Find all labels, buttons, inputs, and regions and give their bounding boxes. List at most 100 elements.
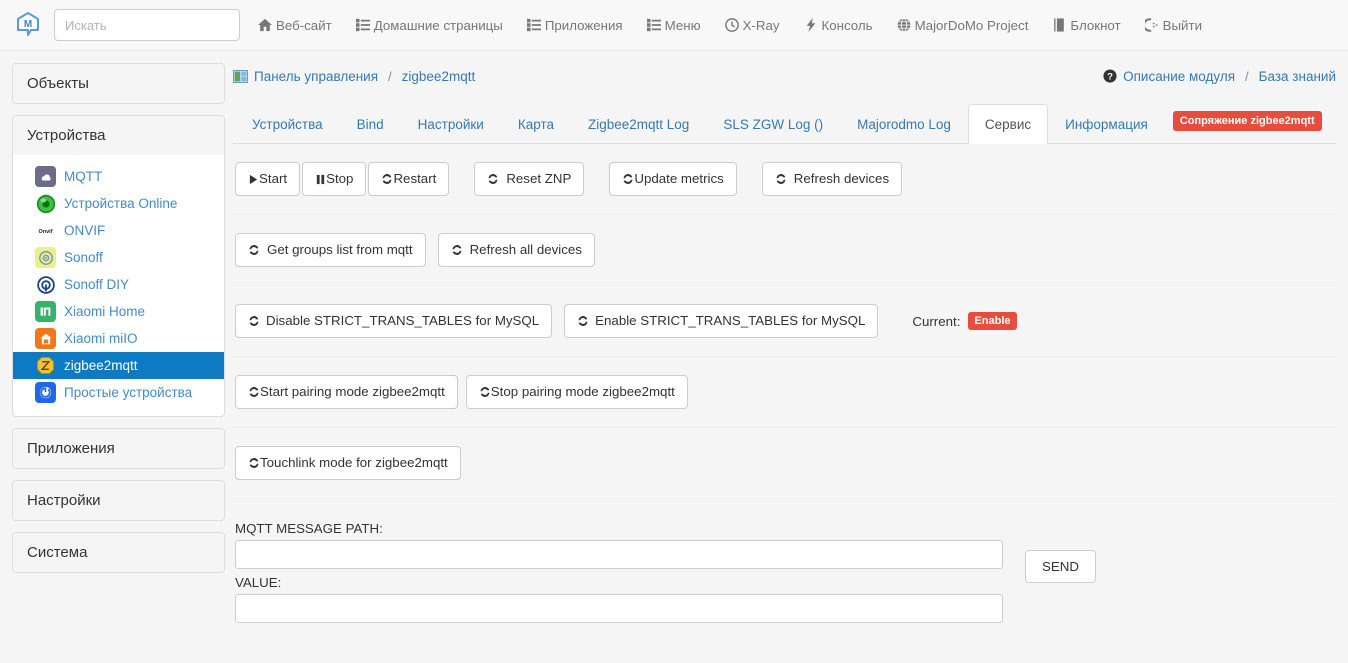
stop-button[interactable]: Stop [302, 162, 366, 196]
sidebar-panel-applications[interactable]: Приложения [12, 428, 225, 469]
nav-link-label: Выйти [1163, 18, 1202, 33]
nav-link-apps[interactable]: Приложения [515, 0, 635, 51]
tab-service[interactable]: Сервис [968, 104, 1048, 144]
online-icon [35, 193, 56, 214]
sidebar-panel-objects-header[interactable]: Объекты [13, 64, 224, 103]
sidebar-item-label: Sonoff DIY [64, 274, 129, 295]
enable-strict-trans-tables-button[interactable]: Enable STRICT_TRANS_TABLES for MySQL [564, 304, 878, 338]
sidebar-item-zigbee2mqtt[interactable]: zigbee2mqtt [13, 352, 224, 379]
sidebar-item-devices-online[interactable]: Устройства Online [13, 190, 224, 217]
status-badge: Enable [968, 312, 1016, 330]
refresh-devices-button[interactable]: Refresh devices [762, 162, 902, 196]
sidebar-item-xiaomi-miio[interactable]: Xiaomi miIO [13, 325, 224, 352]
sidebar-item-mqtt[interactable]: MQTT [13, 163, 224, 190]
help-link-module-doc[interactable]: Описание модуля [1123, 69, 1235, 84]
nav-link-notepad[interactable]: Блокнот [1040, 0, 1132, 51]
sidebar-panel-settings[interactable]: Настройки [12, 480, 225, 521]
sidebar-item-label: Xiaomi Home [64, 301, 145, 322]
refresh-all-devices-button-label: Refresh all devices [470, 241, 582, 259]
refresh-all-devices-button[interactable]: Refresh all devices [438, 233, 595, 267]
breadcrumb-current[interactable]: zigbee2mqtt [402, 69, 476, 84]
start-button-label: Start [259, 170, 287, 188]
nav-link-xray[interactable]: X-Ray [713, 0, 792, 51]
button-row-service-control: Start Stop Restart Reset Z [233, 144, 1336, 215]
tab-settings[interactable]: Настройки [401, 104, 501, 144]
sonoff-diy-icon [35, 274, 56, 295]
sidebar-item-label: Sonoff [64, 247, 103, 268]
touchlink-mode-button[interactable]: Touchlink mode for zigbee2mqtt [235, 446, 461, 480]
nav-link-website[interactable]: Веб-сайт [246, 0, 344, 51]
breadcrumb-row: Панель управления / zigbee2mqtt ? Описан… [233, 65, 1336, 87]
sidebar-item-label: Простые устройства [64, 382, 192, 403]
play-icon [248, 174, 259, 185]
svg-text:Onvif: Onvif [38, 229, 52, 235]
restart-button[interactable]: Restart [368, 162, 449, 196]
tab-sls-zgw-log[interactable]: SLS ZGW Log () [706, 104, 840, 144]
nav-link-menu[interactable]: Меню [635, 0, 713, 51]
sidebar-item-sonoff-diy[interactable]: Sonoff DIY [13, 271, 224, 298]
touchlink-mode-button-label: Touchlink mode for zigbee2mqtt [260, 454, 448, 472]
majordomo-logo[interactable]: M [8, 5, 48, 45]
tab-bind[interactable]: Bind [340, 104, 401, 144]
tab-majordomo-log[interactable]: Majorodmo Log [840, 104, 968, 144]
sidebar-item-onvif[interactable]: Onvif ONVIF [13, 217, 224, 244]
nav-link-label: Приложения [545, 18, 623, 33]
sidebar-item-sonoff[interactable]: Sonoff [13, 244, 224, 271]
svg-text:M: M [24, 19, 32, 30]
mqtt-path-input[interactable] [235, 540, 1003, 569]
sidebar-panel-settings-header[interactable]: Настройки [13, 481, 224, 520]
refresh-icon [622, 173, 634, 185]
pairing-badge[interactable]: Сопряжение zigbee2mqtt [1173, 111, 1322, 131]
help-links: ? Описание модуля / База знаний [1103, 69, 1336, 84]
disable-strict-trans-tables-button[interactable]: Disable STRICT_TRANS_TABLES for MySQL [235, 304, 552, 338]
start-pairing-mode-button[interactable]: Start pairing mode zigbee2mqtt [235, 375, 458, 409]
question-circle-icon: ? [1103, 69, 1117, 83]
globe-icon [897, 18, 911, 32]
sidebar-item-xiaomi-home[interactable]: Xiaomi Home [13, 298, 224, 325]
sidebar-panel-objects[interactable]: Объекты [12, 63, 225, 104]
sidebar-panel-devices-header[interactable]: Устройства [13, 116, 224, 155]
tab-map[interactable]: Карта [501, 104, 571, 144]
nav-link-majordomo-project[interactable]: MajorDoMo Project [885, 0, 1041, 51]
sidebar-panel-system-header[interactable]: Система [13, 533, 224, 572]
start-button[interactable]: Start [235, 162, 300, 196]
help-links-separator: / [1245, 69, 1249, 84]
bolt-icon [804, 18, 818, 32]
sidebar-item-label: zigbee2mqtt [64, 355, 138, 376]
refresh-icon [248, 244, 260, 256]
breadcrumb-root[interactable]: Панель управления [254, 69, 378, 84]
nav-link-console[interactable]: Консоль [792, 0, 885, 51]
refresh-icon [381, 173, 393, 185]
button-row-touchlink: Touchlink mode for zigbee2mqtt [233, 428, 1336, 499]
stop-pairing-mode-button[interactable]: Stop pairing mode zigbee2mqtt [466, 375, 688, 409]
reset-znp-button[interactable]: Reset ZNP [474, 162, 584, 196]
nav-link-label: Меню [665, 18, 701, 33]
xiaomi-miio-icon [35, 328, 56, 349]
strict-status: Current: Enable [912, 312, 1016, 330]
help-link-knowledge-base[interactable]: База знаний [1259, 69, 1336, 84]
search-input[interactable] [54, 9, 240, 41]
nav-link-home-pages[interactable]: Домашние страницы [344, 0, 515, 51]
mqtt-path-label: MQTT MESSAGE PATH: [235, 521, 1003, 540]
zigbee-icon [35, 355, 56, 376]
nav-link-logout[interactable]: Выйти [1133, 0, 1214, 51]
update-metrics-button[interactable]: Update metrics [609, 162, 736, 196]
sidebar-panel-applications-header[interactable]: Приложения [13, 429, 224, 468]
tab-information[interactable]: Информация [1048, 104, 1165, 144]
dashboard-icon [233, 70, 248, 83]
sidebar-panel-system[interactable]: Система [12, 532, 225, 573]
mqtt-form-fields: MQTT MESSAGE PATH: VALUE: [235, 521, 1003, 623]
get-groups-list-button-label: Get groups list from mqtt [267, 241, 413, 259]
list-icon [647, 18, 661, 32]
sidebar-item-simple-devices[interactable]: Простые устройства [13, 379, 224, 406]
tab-devices[interactable]: Устройства [235, 104, 340, 144]
list-icon [356, 18, 370, 32]
mqtt-value-input[interactable] [235, 594, 1003, 623]
stop-button-label: Stop [326, 170, 353, 188]
get-groups-list-button[interactable]: Get groups list from mqtt [235, 233, 426, 267]
refresh-icon [451, 244, 463, 256]
tab-zigbee2mqtt-log[interactable]: Zigbee2mqtt Log [571, 104, 706, 144]
breadcrumb: Панель управления / zigbee2mqtt [233, 69, 475, 84]
enable-strict-trans-tables-button-label: Enable STRICT_TRANS_TABLES for MySQL [595, 312, 865, 330]
send-button[interactable]: SEND [1025, 550, 1096, 583]
